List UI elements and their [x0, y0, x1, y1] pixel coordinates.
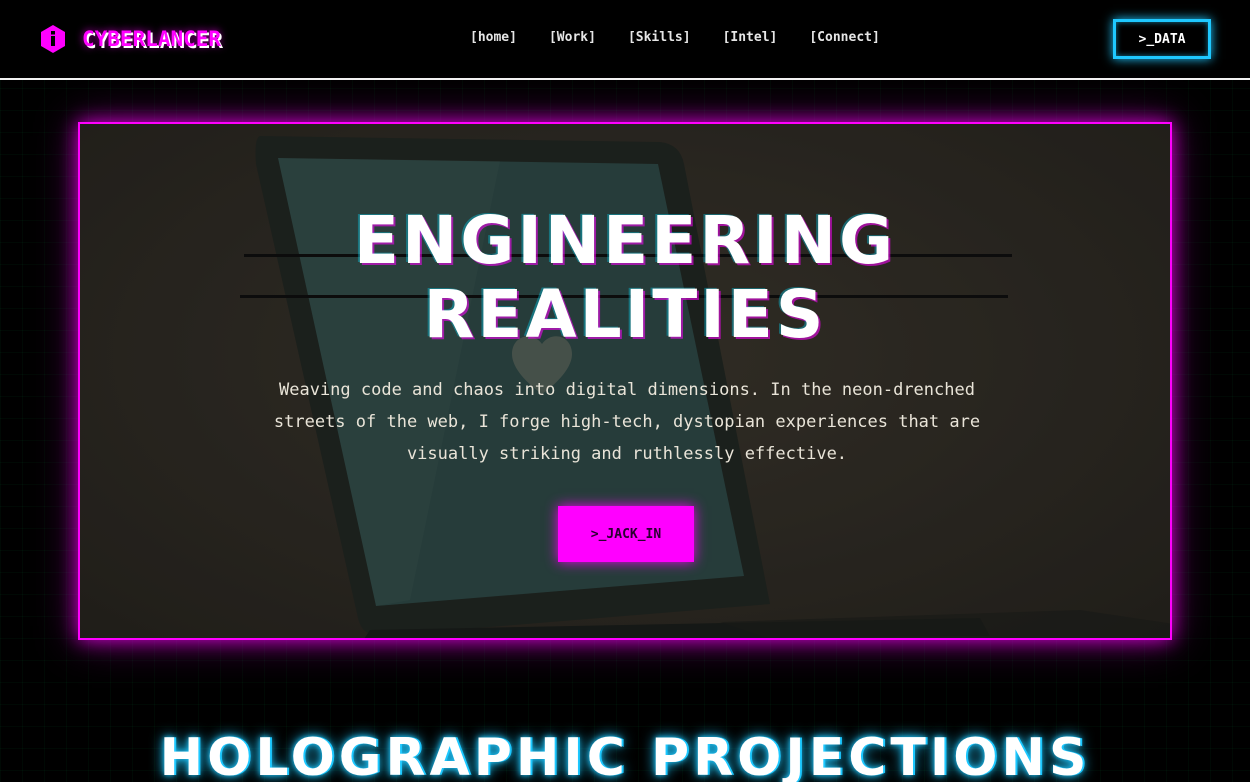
- brand-logo-link[interactable]: CYBERLANCER: [38, 24, 221, 54]
- nav-item-home[interactable]: [home]: [470, 30, 517, 45]
- nav-item-skills[interactable]: [Skills]: [628, 30, 691, 45]
- nav-item-connect[interactable]: [Connect]: [809, 30, 879, 45]
- hero-title-line1: ENGINEERING: [353, 202, 897, 279]
- jack-in-button[interactable]: >_JACK_IN: [558, 506, 694, 562]
- data-button[interactable]: >_DATA: [1113, 19, 1211, 59]
- projects-section-title: HOLOGRAPHIC PROJECTIONS: [159, 728, 1091, 782]
- top-navigation-bar: CYBERLANCER [home] [Work] [Skills] [Inte…: [0, 0, 1250, 80]
- hero-section: ENGINEERING REALITIES Weaving code and c…: [78, 122, 1172, 640]
- brand-name: CYBERLANCER: [82, 27, 222, 51]
- nav-item-intel[interactable]: [Intel]: [723, 30, 778, 45]
- hero-title: ENGINEERING REALITIES: [80, 204, 1170, 352]
- hero-title-line2: REALITIES: [423, 276, 827, 353]
- main-nav: [home] [Work] [Skills] [Intel] [Connect]: [470, 30, 880, 45]
- nav-item-work[interactable]: [Work]: [549, 30, 596, 45]
- hexagon-info-icon: [41, 25, 65, 53]
- hero-description: Weaving code and chaos into digital dime…: [273, 380, 981, 464]
